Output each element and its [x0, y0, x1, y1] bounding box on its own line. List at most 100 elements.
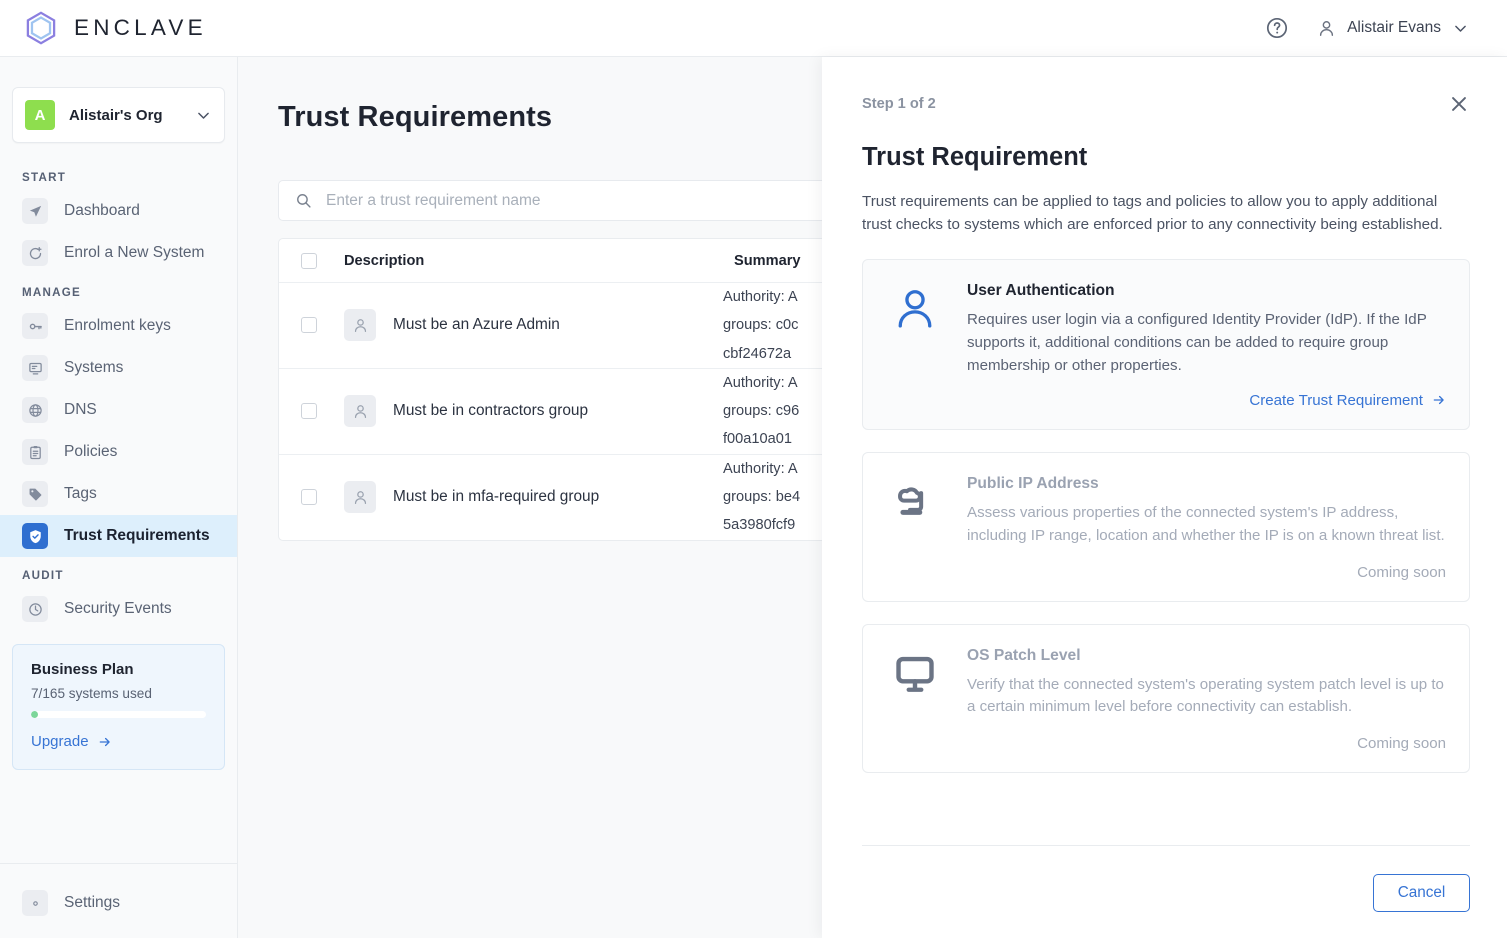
user-icon	[1320, 20, 1334, 36]
cancel-button[interactable]: Cancel	[1373, 874, 1470, 912]
step-indicator: Step 1 of 2	[862, 96, 936, 112]
drawer-header: Step 1 of 2	[862, 96, 1470, 115]
clock-icon	[22, 596, 48, 622]
option-card-os-patch-level: OS Patch Level Verify that the connected…	[862, 623, 1470, 774]
chevron-down-icon	[198, 112, 209, 119]
org-name: Alistair's Org	[69, 106, 163, 124]
option-status-badge: Coming soon	[1357, 735, 1446, 753]
user-icon	[344, 309, 376, 342]
sidebar-item-dns[interactable]: DNS	[0, 389, 237, 431]
sidebar-item-label: Trust Requirements	[64, 527, 210, 544]
sidebar-item-tags[interactable]: Tags	[0, 473, 237, 515]
drawer-description: Trust requirements can be applied to tag…	[862, 193, 1443, 234]
arrow-right-icon	[1433, 395, 1444, 405]
monitor-icon	[887, 647, 943, 753]
option-description: Assess various properties of the connect…	[967, 503, 1445, 544]
sidebar-item-label: Enrolment keys	[64, 317, 171, 334]
globe-icon	[22, 397, 48, 423]
public-ip-icon	[887, 475, 943, 581]
option-description: Requires user login via a configured Ide…	[967, 310, 1427, 374]
plan-usage: 7/165 systems used	[31, 686, 152, 701]
gear-icon	[22, 890, 48, 916]
row-summary: Authority: Agroups: c0c cbf24672a	[723, 289, 799, 362]
option-description: Verify that the connected system's opera…	[967, 675, 1444, 716]
user-icon	[887, 282, 943, 409]
option-status-badge: Coming soon	[1357, 563, 1446, 581]
option-title: OS Patch Level	[967, 646, 1081, 664]
systems-icon	[22, 355, 48, 381]
close-icon[interactable]	[1448, 93, 1470, 115]
sidebar-item-label: Security Events	[64, 600, 172, 617]
enclave-logo-icon	[26, 11, 56, 45]
create-trust-requirement-label: Create Trust Requirement	[1249, 391, 1423, 409]
sidebar-item-settings[interactable]: Settings	[0, 882, 237, 924]
drawer-footer: Cancel	[862, 845, 1470, 938]
row-checkbox[interactable]	[301, 403, 317, 420]
column-header-summary: Summary	[734, 252, 801, 269]
option-title: Public IP Address	[967, 474, 1099, 492]
sidebar-item-label: Settings	[64, 894, 121, 911]
row-checkbox[interactable]	[301, 317, 317, 334]
sidebar-item-label: Tags	[64, 485, 97, 502]
paper-plane-icon	[22, 198, 48, 224]
org-selector[interactable]: A Alistair's Org	[12, 87, 225, 143]
row-summary: Authority: Agroups: be4 5a3980fcf9	[723, 460, 801, 534]
sidebar-item-policies[interactable]: Policies	[0, 431, 237, 473]
nav-section-audit: AUDIT	[22, 569, 64, 582]
option-card-public-ip-address: Public IP Address Assess various propert…	[862, 451, 1470, 602]
sidebar-item-dashboard[interactable]: Dashboard	[0, 190, 237, 232]
upgrade-label: Upgrade	[31, 733, 89, 750]
row-description: Must be in contractors group	[393, 402, 589, 420]
question-circle-icon[interactable]	[1265, 16, 1289, 40]
nav-section-manage: MANAGE	[22, 286, 82, 299]
search-icon	[297, 194, 311, 208]
sidebar-item-label: Systems	[64, 359, 124, 376]
sidebar-item-enrol-new-system[interactable]: Enrol a New System	[0, 232, 237, 274]
top-header: ENCLAVE Alistair Evans	[0, 0, 1507, 57]
chevron-down-icon	[1455, 25, 1466, 32]
option-body: OS Patch Level Verify that the connected…	[967, 647, 1446, 753]
sidebar-item-security-events[interactable]: Security Events	[0, 588, 237, 630]
org-avatar: A	[25, 100, 55, 130]
sidebar-item-label: DNS	[64, 401, 97, 418]
brand[interactable]: ENCLAVE	[22, 9, 207, 47]
plan-card: Business Plan 7/165 systems used Upgrade	[12, 644, 225, 770]
sidebar-nav: START Dashboard Enrol a New System MANAG…	[0, 165, 237, 863]
option-body: User Authentication Requires user login …	[967, 282, 1446, 409]
key-icon	[22, 313, 48, 339]
arrow-right-icon	[99, 737, 110, 746]
clipboard-icon	[22, 439, 48, 465]
plan-progress-bar	[31, 711, 206, 718]
option-title: User Authentication	[967, 281, 1115, 299]
enrol-system-icon	[22, 240, 48, 266]
upgrade-link[interactable]: Upgrade	[31, 733, 112, 750]
row-description: Must be an Azure Admin	[393, 316, 560, 334]
user-menu[interactable]: Alistair Evans	[1317, 19, 1469, 38]
sidebar: A Alistair's Org START Dashboard Enrol a…	[0, 57, 238, 938]
sidebar-item-trust-requirements[interactable]: Trust Requirements	[0, 515, 237, 557]
user-name: Alistair Evans	[1347, 19, 1441, 36]
select-all-checkbox[interactable]	[301, 252, 317, 269]
shield-check-icon	[22, 523, 48, 549]
sidebar-footer: Settings	[0, 863, 237, 938]
header-right: Alistair Evans	[1265, 16, 1483, 40]
create-trust-requirement-link[interactable]: Create Trust Requirement	[967, 392, 1446, 409]
sidebar-item-systems[interactable]: Systems	[0, 347, 237, 389]
row-checkbox[interactable]	[301, 489, 317, 506]
trust-requirement-drawer: Step 1 of 2 Trust Requirement Trust requ…	[822, 57, 1507, 938]
sidebar-item-label: Dashboard	[64, 202, 140, 219]
tag-icon	[22, 481, 48, 507]
sidebar-item-label: Enrol a New System	[64, 244, 205, 261]
brand-name: ENCLAVE	[74, 15, 207, 40]
row-description: Must be in mfa-required group	[393, 488, 600, 506]
column-header-description: Description	[344, 252, 425, 269]
sidebar-item-enrolment-keys[interactable]: Enrolment keys	[0, 305, 237, 347]
app-root: ENCLAVE Alistair Evans A Alistair's Org …	[0, 0, 1507, 938]
plan-title: Business Plan	[31, 661, 134, 678]
option-body: Public IP Address Assess various propert…	[967, 475, 1446, 581]
plan-progress-fill	[31, 711, 38, 718]
user-icon	[344, 395, 376, 428]
user-icon	[344, 481, 376, 514]
drawer-spacer	[862, 773, 1470, 845]
option-card-user-authentication[interactable]: User Authentication Requires user login …	[862, 258, 1470, 430]
